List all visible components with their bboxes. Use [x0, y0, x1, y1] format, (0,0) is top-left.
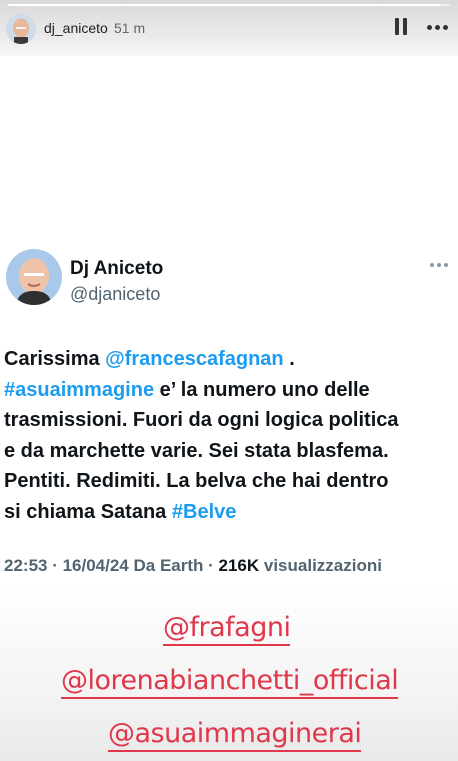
tweet-display-name[interactable]: Dj Aniceto	[70, 258, 163, 280]
hashtag-link[interactable]: #asuaimmagine	[4, 379, 154, 401]
more-options-icon[interactable]	[424, 18, 450, 36]
tweet-line: trasmissioni. Fuori da ogni logica polit…	[4, 405, 454, 436]
mention-link[interactable]: @francescafagnan	[105, 348, 283, 370]
tweet-author-avatar[interactable]	[6, 249, 62, 305]
tweet-text-segment: e da marchette varie. Sei stata blasfema…	[4, 439, 389, 462]
story-username[interactable]: dj_aniceto	[44, 20, 108, 36]
tweet-line: #asuaimmagine e’ la numero uno delle	[4, 375, 454, 406]
mention-sticker-area: @frafagni @lorenabianchetti_official @as…	[0, 585, 458, 761]
tweet-line: Carissima @francescafagnan .	[4, 344, 454, 375]
tweet-text-segment: Carissima	[4, 348, 106, 370]
story-avatar[interactable]	[6, 14, 36, 44]
tweet-text-segment: trasmissioni. Fuori da ogni logica polit…	[4, 409, 399, 431]
tweet-text-segment: .	[283, 348, 295, 370]
tweet-line: e da marchette varie. Sei stata blasfema…	[4, 436, 454, 467]
story-header: dj_aniceto 51 m	[0, 0, 458, 56]
pause-icon[interactable]	[392, 18, 410, 36]
tweet-views-label: visualizzazioni	[259, 556, 382, 575]
story-progress-fill	[8, 4, 442, 6]
avatar-image	[6, 249, 62, 305]
tweet-text-segment: e’ la numero uno delle	[154, 378, 370, 401]
mention-tag-lorenabianchetti[interactable]: @lorenabianchetti_official	[61, 665, 399, 699]
tweet-text-segment: si chiama Satana	[4, 500, 172, 523]
avatar-image	[6, 14, 36, 44]
tweet-text-segment: Pentiti. Redimiti. La belva che hai dent…	[4, 470, 389, 492]
story-progress-bar	[8, 4, 450, 6]
tweet-line: Pentiti. Redimiti. La belva che hai dent…	[4, 466, 454, 497]
tweet-datetime: 22:53 · 16/04/24 Da Earth ·	[4, 556, 219, 575]
hashtag-link[interactable]: #Belve	[172, 501, 237, 523]
tweet-views-count: 216K	[218, 556, 260, 575]
mention-tag-asuaimmaginerai[interactable]: @asuaimmaginerai	[108, 718, 362, 752]
mention-tag-frafagni[interactable]: @frafagni	[163, 612, 291, 646]
tweet-meta: 22:53 · 16/04/24 Da Earth · 216K visuali…	[4, 556, 382, 576]
tweet-line: si chiama Satana #Belve	[4, 497, 454, 528]
tweet-handle[interactable]: @djaniceto	[70, 284, 160, 305]
tweet-more-icon[interactable]	[430, 263, 448, 267]
story-timestamp: 51 m	[114, 20, 146, 36]
tweet-body: Carissima @francescafagnan . #asuaimmagin…	[4, 344, 454, 527]
